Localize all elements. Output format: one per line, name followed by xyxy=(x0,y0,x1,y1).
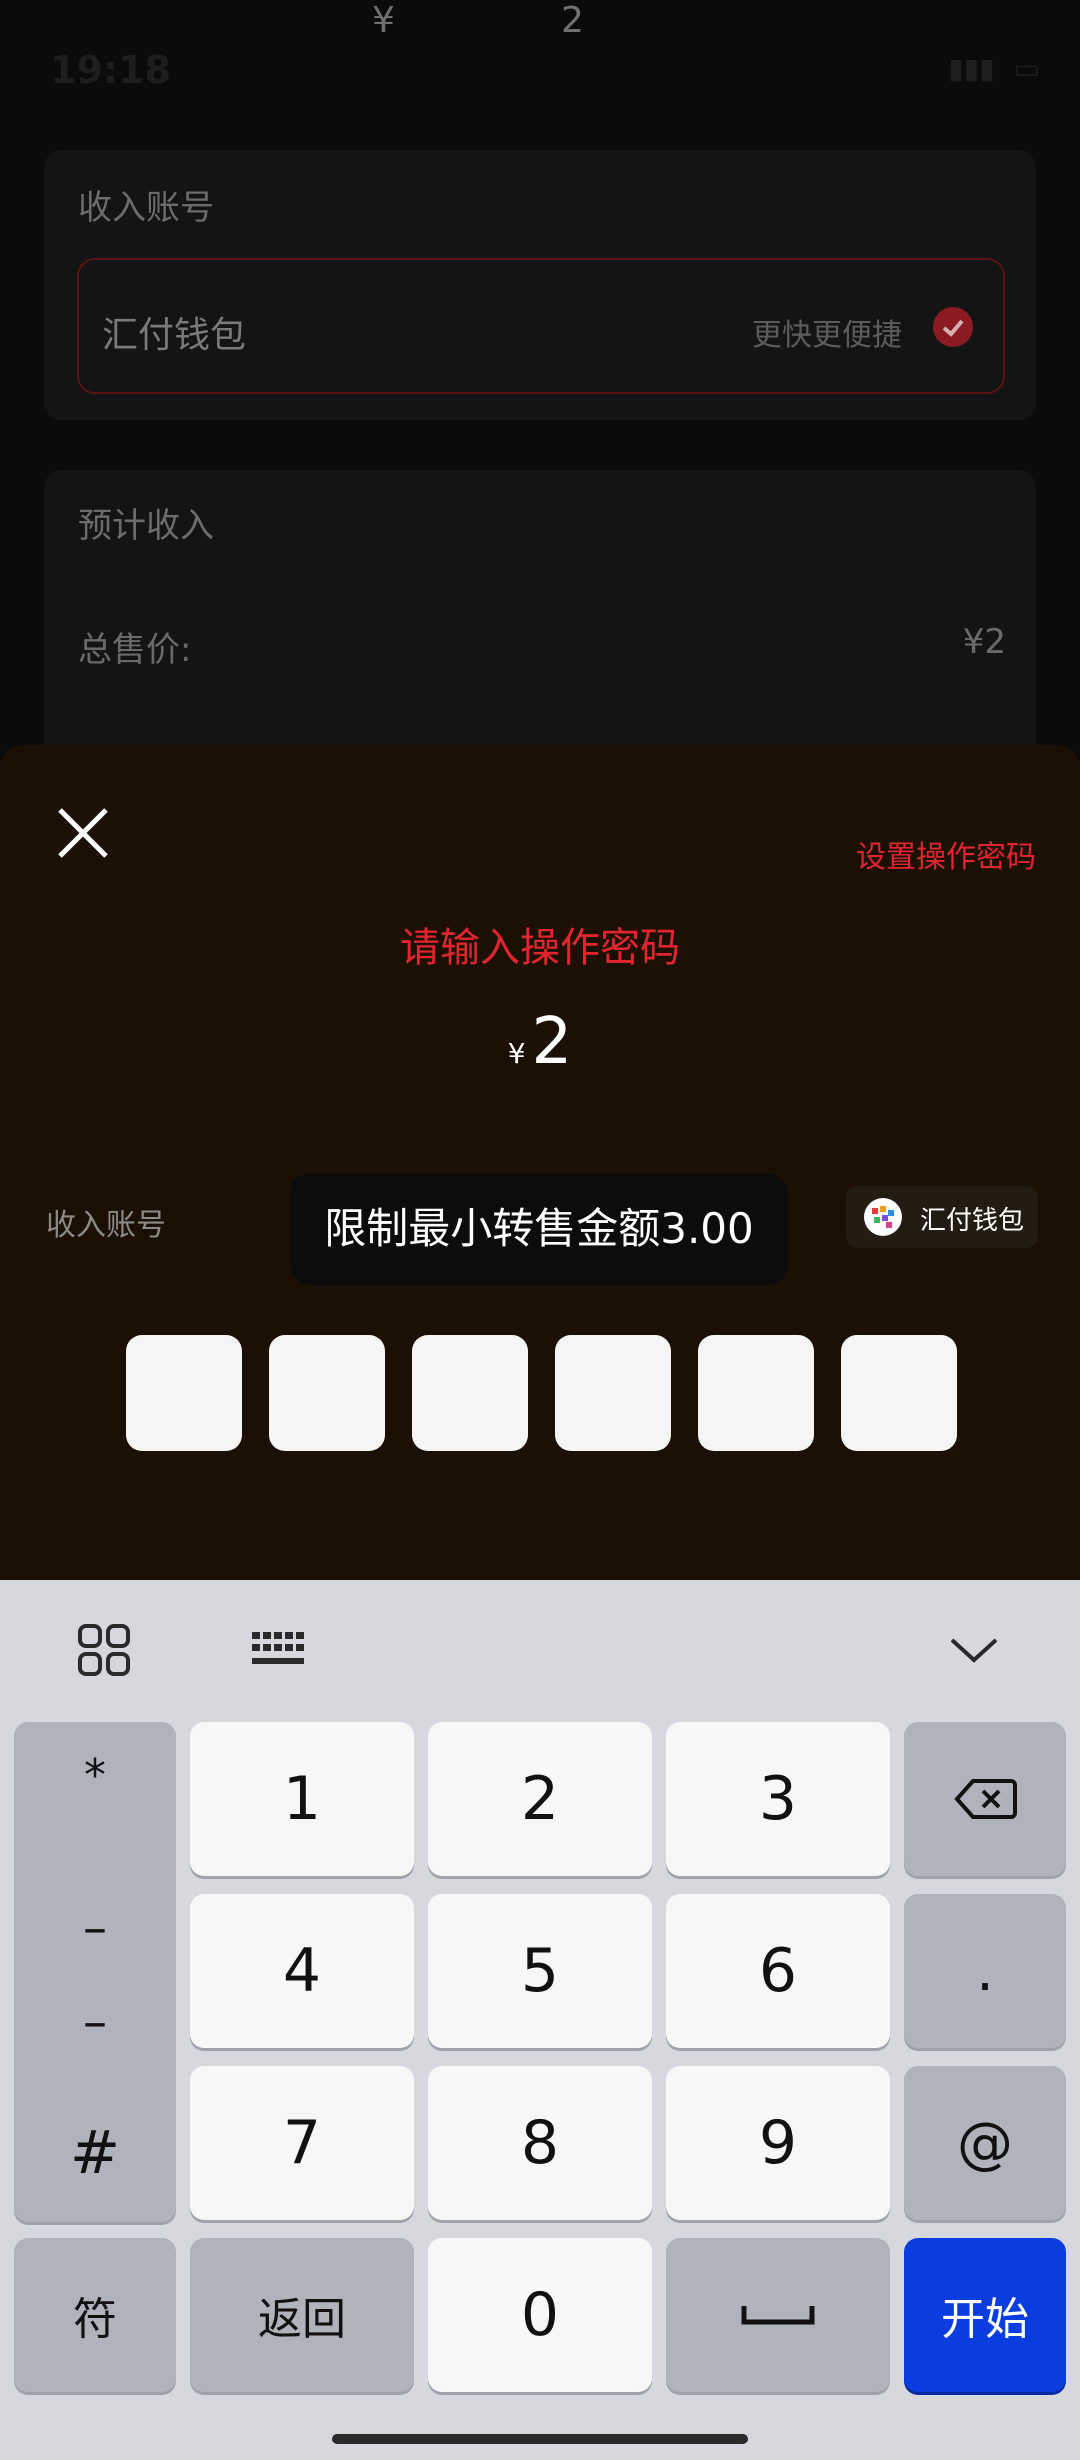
amount-display: ¥2 xyxy=(0,1005,1080,1079)
key-3[interactable]: 3 xyxy=(666,1722,890,1876)
set-password-link[interactable]: 设置操作密码 xyxy=(856,832,1036,876)
wallet-chip-label: 汇付钱包 xyxy=(920,1206,1025,1236)
space-key[interactable] xyxy=(666,2238,890,2392)
status-icons: ▮▮▮ ▭ xyxy=(948,52,1040,85)
amount-value: 2 xyxy=(531,1005,573,1079)
dash-key[interactable]: – xyxy=(14,1900,176,1956)
key-0[interactable]: 0 xyxy=(428,2238,652,2392)
signal-icon: ▮▮▮ xyxy=(948,52,995,85)
top-currency-symbol: ¥ xyxy=(372,0,395,41)
password-box-6[interactable] xyxy=(841,1335,957,1451)
collapse-keyboard-button[interactable] xyxy=(946,1628,1002,1672)
back-key[interactable]: 返回 xyxy=(190,2238,414,2392)
password-box-3[interactable] xyxy=(412,1335,528,1451)
top-amount: 2 xyxy=(561,0,584,41)
at-key[interactable]: @ xyxy=(904,2066,1066,2220)
password-box-2[interactable] xyxy=(269,1335,385,1451)
grid-icon xyxy=(78,1624,130,1676)
toast-message: 限制最小转售金额3.00 xyxy=(290,1173,788,1285)
symbols-key[interactable]: 符 xyxy=(14,2238,176,2392)
check-icon xyxy=(933,307,973,347)
keyboard-switch-button[interactable] xyxy=(248,1622,308,1678)
keyboard-icon xyxy=(252,1632,304,1664)
password-box-1[interactable] xyxy=(126,1335,242,1451)
total-price-label: 总售价: xyxy=(78,630,192,670)
receive-account-label: 收入账号 xyxy=(78,188,214,228)
wallet-logo-icon xyxy=(864,1198,902,1236)
key-5[interactable]: 5 xyxy=(428,1894,652,2048)
start-key[interactable]: 开始 xyxy=(904,2238,1066,2392)
total-price-value: ¥2 xyxy=(962,622,1006,662)
backspace-icon xyxy=(954,1779,1017,1819)
asterisk-key[interactable]: * xyxy=(14,1750,176,1801)
key-9[interactable]: 9 xyxy=(666,2066,890,2220)
password-box-5[interactable] xyxy=(698,1335,814,1451)
dot-key[interactable]: . xyxy=(904,1894,1066,2048)
dash-key-2[interactable]: – xyxy=(14,1994,176,2050)
key-6[interactable]: 6 xyxy=(666,1894,890,2048)
expected-income-label: 预计收入 xyxy=(78,506,214,546)
wallet-chip: 汇付钱包 xyxy=(846,1186,1038,1248)
chevron-down-icon xyxy=(950,1638,998,1663)
status-time: 19:18 xyxy=(50,48,171,92)
backspace-key[interactable] xyxy=(904,1722,1066,1876)
battery-icon: ▭ xyxy=(1013,52,1040,85)
password-box-4[interactable] xyxy=(555,1335,671,1451)
currency-symbol: ¥ xyxy=(507,1037,526,1070)
apps-grid-button[interactable] xyxy=(74,1620,134,1680)
close-icon xyxy=(58,808,108,858)
close-button[interactable] xyxy=(50,800,116,866)
home-indicator xyxy=(332,2434,748,2444)
key-1[interactable]: 1 xyxy=(190,1722,414,1876)
dialog-receive-account-label: 收入账号 xyxy=(46,1208,166,1243)
wallet-name: 汇付钱包 xyxy=(102,315,247,356)
key-8[interactable]: 8 xyxy=(428,2066,652,2220)
symbol-column[interactable]: * – – # xyxy=(14,1722,176,2222)
wallet-subtitle: 更快更便捷 xyxy=(752,318,902,353)
key-2[interactable]: 2 xyxy=(428,1722,652,1876)
dialog-title: 请输入操作密码 xyxy=(400,925,680,971)
hash-key[interactable]: # xyxy=(14,2118,176,2188)
key-4[interactable]: 4 xyxy=(190,1894,414,2048)
space-icon xyxy=(741,2306,815,2325)
key-7[interactable]: 7 xyxy=(190,2066,414,2220)
